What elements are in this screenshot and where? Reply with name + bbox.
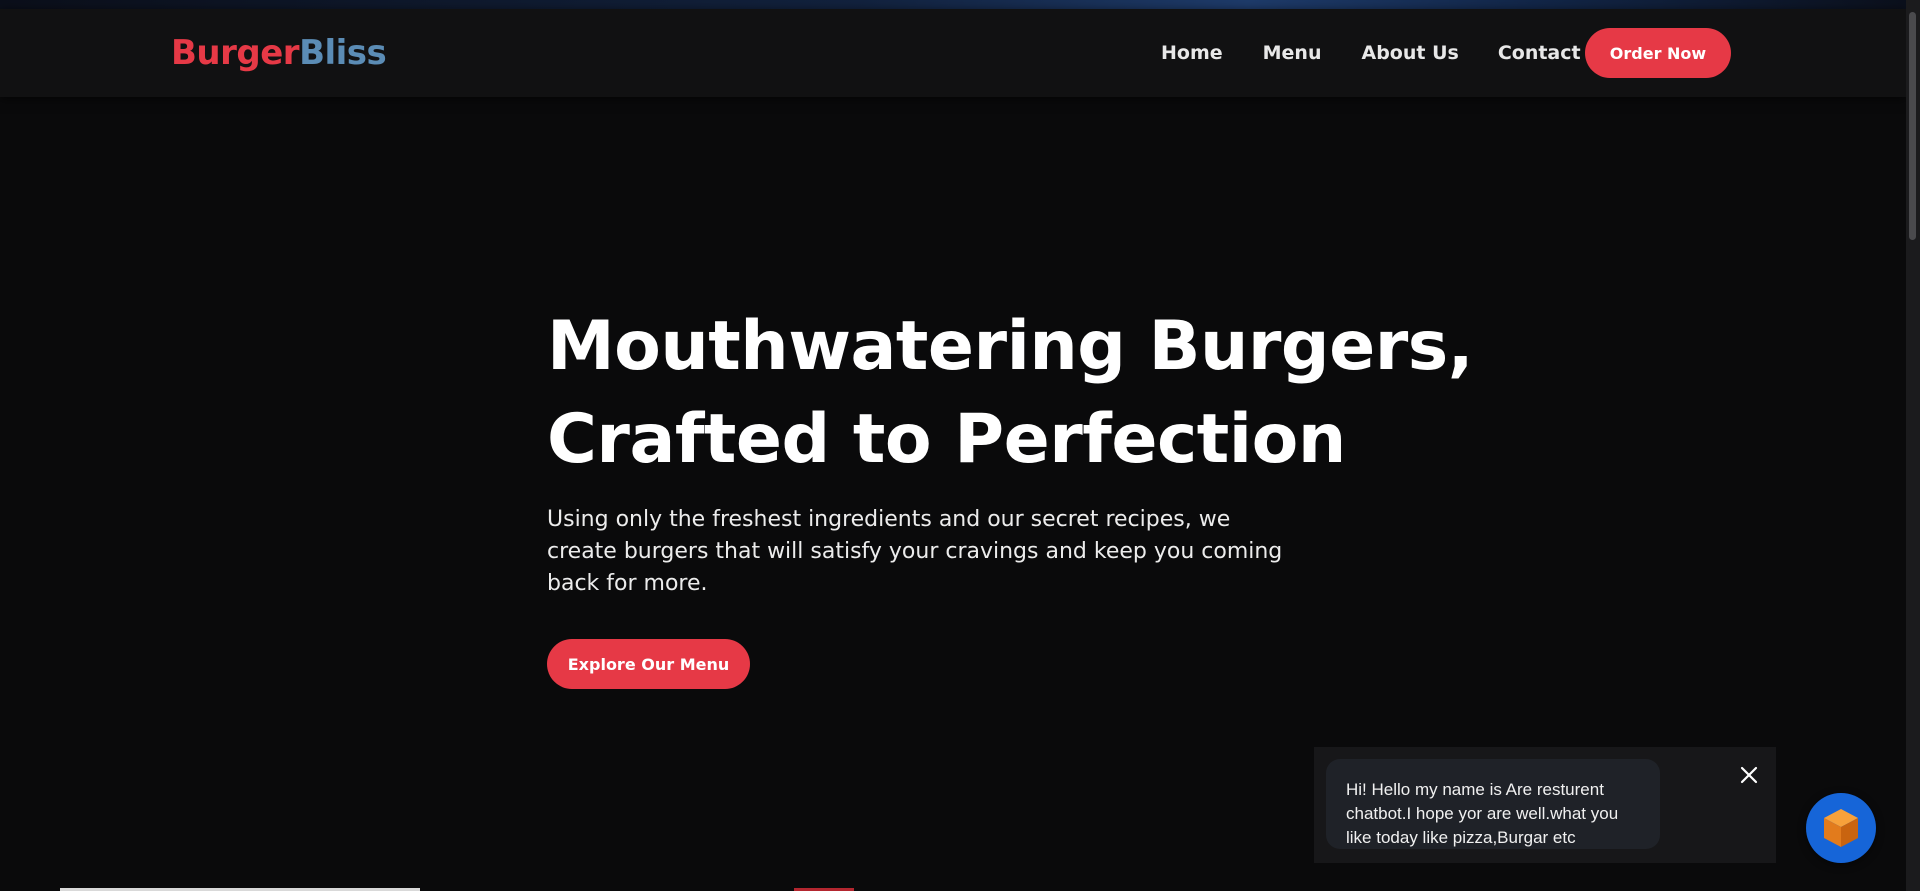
brand-logo-part-bliss: Bliss xyxy=(299,33,387,73)
hero-subtitle: Using only the freshest ingredients and … xyxy=(547,507,1283,596)
top-glow-bar xyxy=(0,0,1920,9)
nav-links: Home Menu About Us Contact xyxy=(1161,40,1581,66)
nav-link-contact[interactable]: Contact xyxy=(1498,40,1581,66)
explore-menu-button[interactable]: Explore Our Menu xyxy=(547,639,750,689)
nav-link-home[interactable]: Home xyxy=(1161,40,1223,66)
hero-title: Mouthwatering Burgers, Crafted to Perfec… xyxy=(547,300,1474,486)
hero-title-line-1: Mouthwatering Burgers, xyxy=(547,307,1474,386)
scrollbar-thumb[interactable] xyxy=(1909,12,1916,240)
hero-title-line-2: Crafted to Perfection xyxy=(547,400,1346,479)
navbar: BurgerBliss Home Menu About Us Contact O… xyxy=(0,9,1906,97)
chatbot-message-bubble: Hi! Hello my name is Are resturent chatb… xyxy=(1326,759,1660,849)
close-icon[interactable] xyxy=(1736,762,1762,788)
nav-link-menu[interactable]: Menu xyxy=(1263,40,1322,66)
brand-logo[interactable]: BurgerBliss xyxy=(171,33,387,73)
chatbot-panel: Hi! Hello my name is Are resturent chatb… xyxy=(1314,747,1776,863)
brand-logo-part-burger: Burger xyxy=(171,33,300,73)
chatbot-cube-icon xyxy=(1824,809,1858,847)
nav-link-about-us[interactable]: About Us xyxy=(1362,40,1459,66)
order-now-button[interactable]: Order Now xyxy=(1585,28,1731,78)
page: BurgerBliss Home Menu About Us Contact O… xyxy=(0,0,1920,891)
chatbot-launcher-button[interactable] xyxy=(1806,793,1876,863)
